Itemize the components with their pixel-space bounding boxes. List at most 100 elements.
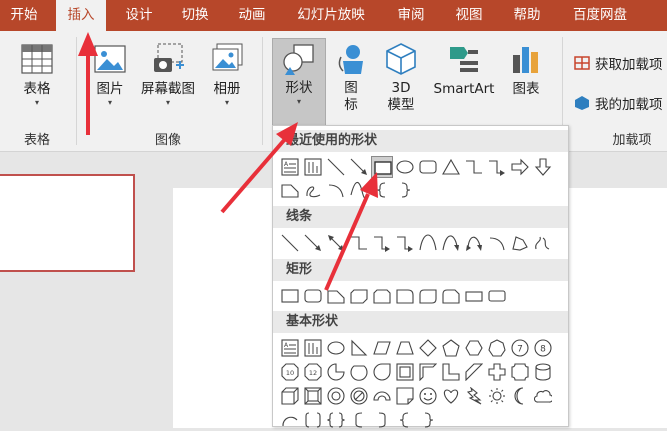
elbow-shape[interactable] — [348, 232, 370, 254]
rbrace-shape[interactable] — [417, 409, 439, 431]
ellipse-shape[interactable] — [325, 337, 347, 359]
elbowarrow-shape[interactable] — [394, 232, 416, 254]
donut-shape[interactable] — [325, 385, 347, 407]
cloud-shape[interactable] — [532, 385, 554, 407]
heptagon-shape[interactable] — [486, 337, 508, 359]
ellipse-shape[interactable] — [394, 156, 416, 178]
tab-transitions[interactable]: 切换 — [170, 0, 220, 31]
sun-shape[interactable] — [486, 385, 508, 407]
heptagon-7-shape[interactable]: 7 — [509, 337, 531, 359]
textbox-shape[interactable]: A — [279, 156, 301, 178]
lbracket-shape[interactable] — [348, 409, 370, 431]
flatround-shape[interactable] — [486, 285, 508, 307]
dblbrace-shape[interactable] — [325, 409, 347, 431]
parallelogram-shape[interactable] — [371, 337, 393, 359]
slide-thumbnail[interactable] — [0, 174, 135, 272]
arcshape-shape[interactable] — [279, 409, 301, 431]
diagstripe-shape[interactable] — [463, 361, 485, 383]
roundsingle-shape[interactable] — [394, 285, 416, 307]
rbracket-shape[interactable] — [371, 409, 393, 431]
elbowarrow-shape[interactable] — [486, 156, 508, 178]
curve-shape[interactable] — [417, 232, 439, 254]
roundrect-shape[interactable] — [302, 285, 324, 307]
hexagon-shape[interactable] — [463, 337, 485, 359]
elbowarrow-shape[interactable] — [371, 232, 393, 254]
shapes-button[interactable]: 形状 ▾ — [272, 38, 326, 126]
snip-shape[interactable] — [279, 179, 301, 201]
dodecagon-12-shape[interactable]: 12 — [302, 361, 324, 383]
rightarrow-shape[interactable] — [509, 156, 531, 178]
arrowline-shape[interactable] — [302, 232, 324, 254]
lightning-shape[interactable] — [463, 385, 485, 407]
dblbracket-shape[interactable] — [302, 409, 324, 431]
roundrect-shape[interactable] — [417, 156, 439, 178]
downarrow-shape[interactable] — [532, 156, 554, 178]
roundsnip-shape[interactable] — [440, 285, 462, 307]
line-shape[interactable] — [279, 232, 301, 254]
textbox-shape[interactable]: A — [279, 337, 301, 359]
rectangle-shape-selected[interactable] — [371, 156, 393, 178]
icons-button[interactable]: 图 标 — [330, 41, 372, 127]
foldedcorner-shape[interactable] — [394, 385, 416, 407]
snip3-shape[interactable] — [371, 285, 393, 307]
curvedbl-shape[interactable] — [463, 232, 485, 254]
tab-slideshow[interactable]: 幻灯片放映 — [286, 0, 376, 31]
dblarrow-shape[interactable] — [325, 232, 347, 254]
lbrace-shape[interactable] — [394, 409, 416, 431]
pentagon-shape[interactable] — [440, 337, 462, 359]
scribble-shape[interactable] — [302, 179, 324, 201]
elbow-shape[interactable] — [463, 156, 485, 178]
chord-shape[interactable] — [348, 361, 370, 383]
snip2-shape[interactable] — [348, 285, 370, 307]
photo-album-button[interactable]: 相册 ▾ — [204, 41, 250, 127]
vtextbox-shape[interactable] — [302, 337, 324, 359]
tab-animations[interactable]: 动画 — [226, 0, 278, 31]
plaque-shape[interactable] — [509, 361, 531, 383]
can-shape[interactable] — [532, 361, 554, 383]
tab-design[interactable]: 设计 — [114, 0, 164, 31]
freeform-shape[interactable] — [509, 232, 531, 254]
smiley-shape[interactable] — [417, 385, 439, 407]
rect-shape[interactable] — [279, 285, 301, 307]
octagon-8-shape[interactable]: 8 — [532, 337, 554, 359]
line-shape[interactable] — [325, 156, 347, 178]
pie-shape[interactable] — [325, 361, 347, 383]
vtextbox-shape[interactable] — [302, 156, 324, 178]
rbrace-shape[interactable] — [394, 179, 416, 201]
lshape-shape[interactable] — [440, 361, 462, 383]
blockarc-shape[interactable] — [371, 385, 393, 407]
snip-shape[interactable] — [325, 285, 347, 307]
trapezoid-shape[interactable] — [394, 337, 416, 359]
wave-shape[interactable] — [348, 179, 370, 201]
decagon-10-shape[interactable]: 10 — [279, 361, 301, 383]
cube-shape[interactable] — [279, 385, 301, 407]
squiggle-shape[interactable] — [532, 232, 554, 254]
frame-shape[interactable] — [394, 361, 416, 383]
rounddiag-shape[interactable] — [417, 285, 439, 307]
heart-shape[interactable] — [440, 385, 462, 407]
screenshot-button[interactable]: 屏幕截图 ▾ — [136, 41, 200, 127]
lbrace-shape[interactable] — [371, 179, 393, 201]
3d-models-button[interactable]: 3D 模型 — [378, 41, 424, 127]
curvearrow-shape[interactable] — [440, 232, 462, 254]
tab-insert[interactable]: 插入 — [56, 0, 106, 33]
teardrop-shape[interactable] — [371, 361, 393, 383]
tab-view[interactable]: 视图 — [444, 0, 494, 31]
rtriangle-shape[interactable] — [348, 337, 370, 359]
arc-shape[interactable] — [486, 232, 508, 254]
bevel-shape[interactable] — [302, 385, 324, 407]
triangle-shape[interactable] — [440, 156, 462, 178]
flat-shape[interactable] — [463, 285, 485, 307]
table-button[interactable]: 表格 ▾ — [12, 41, 62, 127]
my-addins-button[interactable]: 我的加载项 — [574, 93, 663, 113]
cross-shape[interactable] — [486, 361, 508, 383]
arc-shape[interactable] — [325, 179, 347, 201]
diamond-shape[interactable] — [417, 337, 439, 359]
tab-home[interactable]: 开始 — [0, 0, 48, 31]
pictures-button[interactable]: 图片 ▾ — [88, 41, 132, 127]
nosymbol-shape[interactable] — [348, 385, 370, 407]
moon-shape[interactable] — [509, 385, 531, 407]
smartart-button[interactable]: SmartArt — [428, 41, 500, 127]
get-addins-button[interactable]: 获取加载项 — [574, 53, 663, 73]
tab-review[interactable]: 审阅 — [386, 0, 436, 31]
